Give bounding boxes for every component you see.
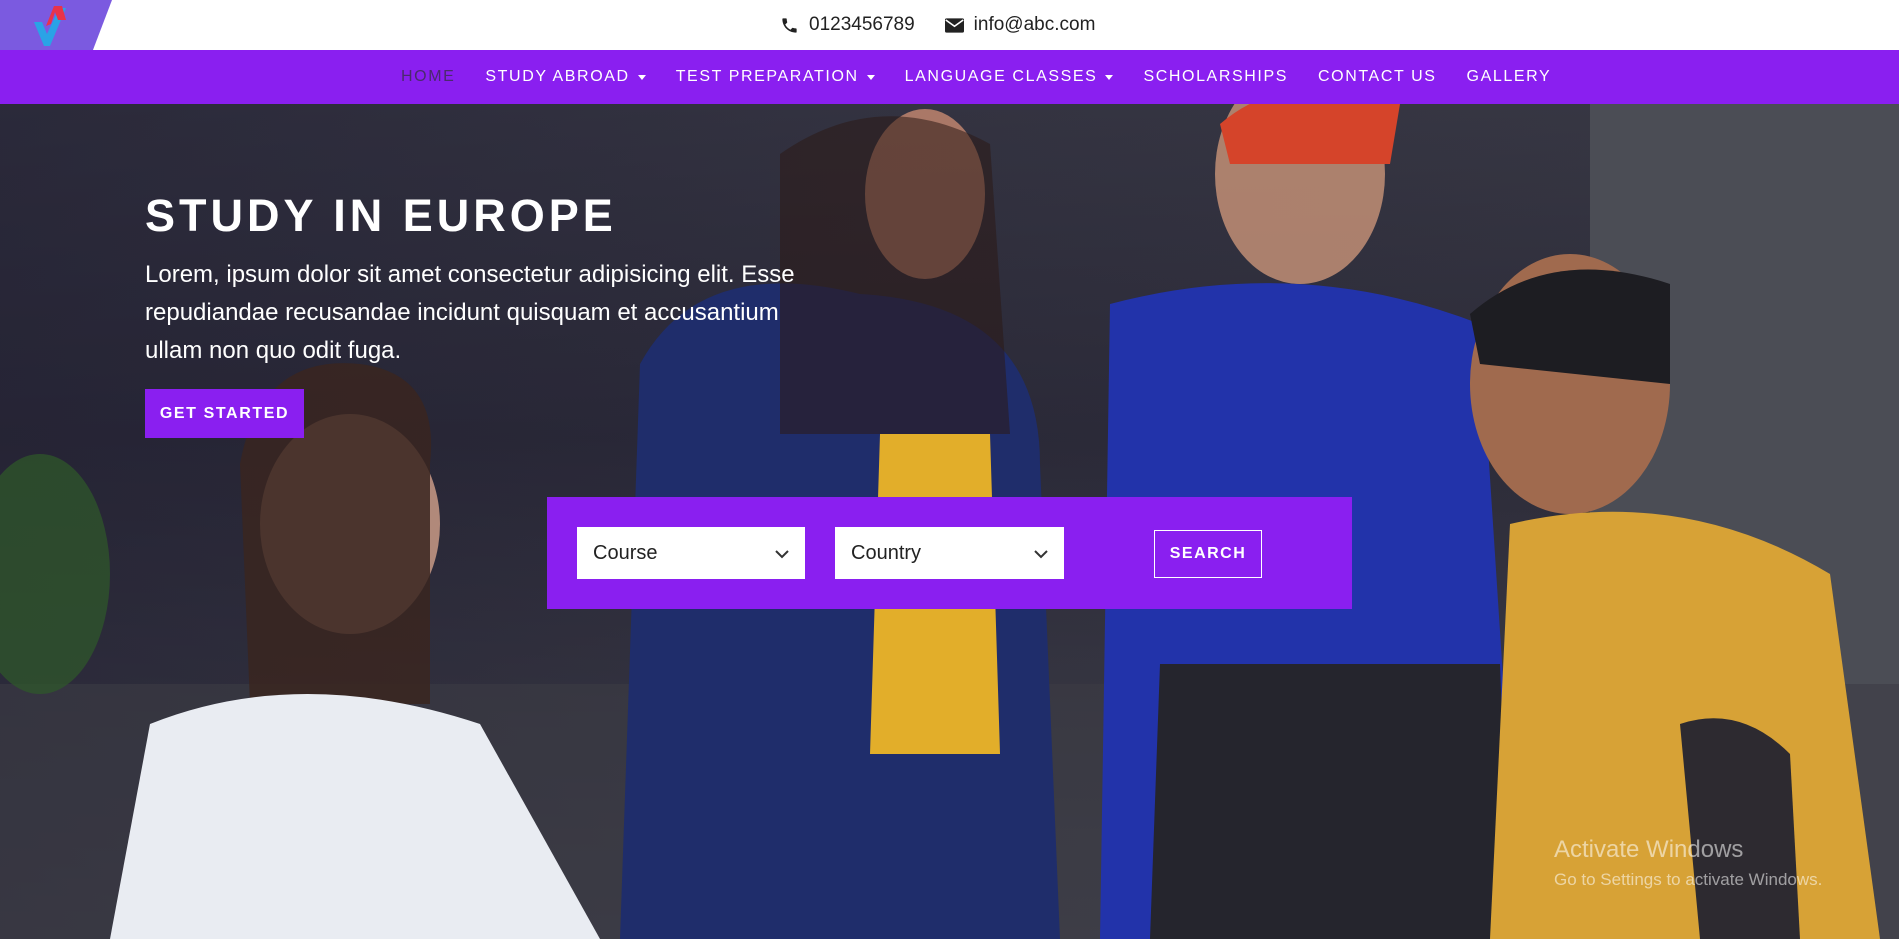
email-address: info@abc.com — [973, 14, 1096, 35]
phone-contact[interactable]: 0123456789 — [780, 14, 915, 36]
nav-item-label: TEST PREPARATION — [675, 68, 859, 85]
contact-info: 0123456789 info@abc.com — [780, 0, 1095, 50]
nav-item-language-classes[interactable]: LANGUAGE CLASSES — [890, 68, 1129, 86]
chevron-down-icon — [775, 542, 789, 565]
watermark-subtitle: Go to Settings to activate Windows. — [1554, 870, 1823, 889]
nav-item-scholarships[interactable]: SCHOLARSHIPS — [1128, 68, 1303, 86]
nav-item-label: HOME — [401, 68, 456, 85]
country-select-value: Country — [851, 541, 922, 564]
nav-item-label: LANGUAGE CLASSES — [904, 68, 1098, 85]
get-started-button[interactable]: GET STARTED — [145, 389, 304, 438]
top-contact-bar: 0123456789 info@abc.com — [0, 0, 1899, 50]
course-select-value: Course — [593, 541, 658, 564]
nav-item-test-preparation[interactable]: TEST PREPARATION — [661, 68, 890, 86]
nav-item-gallery[interactable]: GALLERY — [1452, 68, 1567, 86]
hero-title: STUDY IN EUROPE — [145, 190, 617, 241]
nav-item-label: STUDY ABROAD — [485, 68, 630, 85]
caret-down-icon — [637, 74, 646, 80]
activate-windows-watermark: Activate Windows Go to Settings to activ… — [1554, 836, 1822, 890]
hero-section: STUDY IN EUROPE Lorem, ipsum dolor sit a… — [0, 104, 1899, 939]
phone-icon — [780, 16, 799, 35]
nav-item-study-abroad[interactable]: STUDY ABROAD — [470, 68, 660, 86]
email-contact[interactable]: info@abc.com — [944, 14, 1096, 36]
course-select[interactable]: Course — [577, 527, 805, 579]
hero-description: Lorem, ipsum dolor sit amet consectetur … — [145, 261, 795, 364]
nav-item-contact-us[interactable]: CONTACT US — [1303, 68, 1452, 86]
nav-item-label: CONTACT US — [1318, 68, 1437, 85]
phone-number: 0123456789 — [809, 14, 915, 35]
caret-down-icon — [866, 74, 875, 80]
nav-item-label: GALLERY — [1466, 68, 1552, 85]
main-nav: HOME STUDY ABROAD TEST PREPARATION LANGU… — [0, 50, 1899, 104]
watermark-title: Activate Windows — [1554, 836, 1744, 863]
nav-item-label: SCHOLARSHIPS — [1143, 68, 1289, 85]
caret-down-icon — [1105, 74, 1114, 80]
nav-item-home[interactable]: HOME — [386, 68, 470, 86]
country-select[interactable]: Country — [835, 527, 1064, 579]
course-search-box: Course Country SEARCH — [547, 497, 1352, 609]
chevron-down-icon — [1034, 542, 1048, 565]
logo[interactable] — [0, 0, 112, 50]
nav-list: HOME STUDY ABROAD TEST PREPARATION LANGU… — [386, 50, 1566, 104]
envelope-icon — [944, 17, 964, 33]
search-button[interactable]: SEARCH — [1154, 530, 1262, 578]
logo-icon — [34, 6, 66, 46]
